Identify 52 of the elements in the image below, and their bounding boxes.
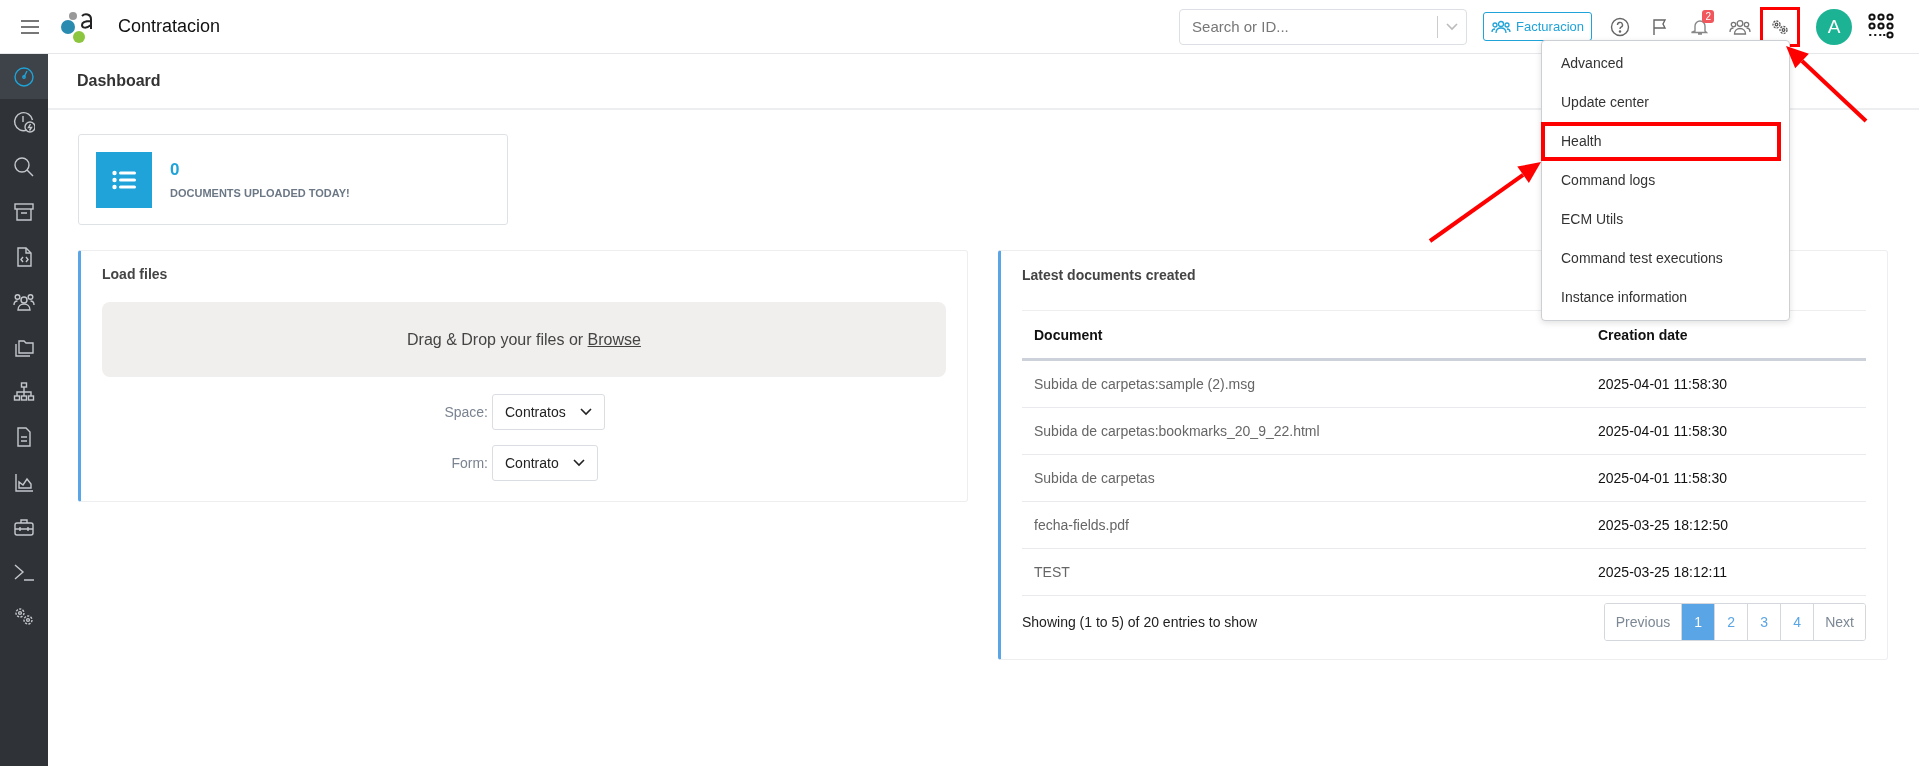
menu-item[interactable]: ECM Utils	[1541, 200, 1789, 239]
table-cell: 2025-03-25 18:12:50	[1586, 501, 1866, 549]
menu-item[interactable]: Health	[1541, 122, 1781, 161]
search-box[interactable]: Search or ID...	[1179, 8, 1468, 45]
people-icon	[1729, 18, 1751, 35]
page-title: Dashboard	[77, 72, 161, 90]
apps-button[interactable]	[1866, 11, 1896, 42]
table-cell: fecha-fields.pdf	[1022, 501, 1586, 549]
search-icon	[13, 155, 35, 178]
drop-zone[interactable]: Drag & Drop your files or Browse	[102, 302, 946, 377]
list-icon	[96, 151, 152, 208]
menu-item[interactable]: Advanced	[1541, 44, 1789, 83]
chevron-down-icon	[1446, 22, 1459, 31]
table-cell: 2025-04-01 11:58:30	[1586, 454, 1866, 502]
table-cell: TEST	[1022, 548, 1586, 596]
stat-label: DOCUMENTS UPLOADED TODAY!	[170, 187, 350, 199]
menu-item[interactable]: Command logs	[1541, 161, 1789, 200]
menu-item[interactable]: Command test executions	[1541, 239, 1789, 278]
gauge-icon	[13, 110, 35, 133]
select-field[interactable]: Contrato	[492, 445, 598, 481]
grid-icon	[1867, 11, 1895, 40]
chevron-down-icon	[579, 408, 592, 416]
people-icon	[1491, 19, 1512, 34]
notification-badge: 2	[1702, 9, 1714, 23]
table-cell: Subida de carpetas:bookmarks_20_9_22.html	[1022, 407, 1586, 455]
table-cell: Subida de carpetas	[1022, 454, 1586, 502]
flag-icon	[1652, 17, 1668, 36]
table-cell: 2025-04-01 11:58:30	[1586, 407, 1866, 455]
select-field[interactable]: Contratos	[492, 394, 605, 430]
next-page-button[interactable]: Next	[1813, 604, 1865, 640]
table-cell: 2025-04-01 11:58:30	[1586, 359, 1866, 408]
panel-title: Load files	[102, 266, 168, 282]
chevron-down-icon	[572, 459, 585, 467]
menu-item[interactable]: Update center	[1541, 83, 1789, 122]
gears-icon	[1771, 18, 1789, 35]
sidebar-item[interactable]	[0, 54, 48, 99]
archive-icon	[13, 200, 35, 223]
drop-zone-text: Drag & Drop your files or Browse	[407, 330, 641, 349]
field-label: Form:	[450, 455, 488, 471]
table-cell: Subida de carpetas:sample (2).msg	[1022, 359, 1586, 408]
field-label: Space:	[443, 404, 488, 420]
help-icon	[1610, 16, 1630, 37]
stat-value: 0	[170, 160, 181, 180]
browse-link[interactable]: Browse	[587, 330, 641, 348]
gears-icon	[13, 605, 35, 628]
table-cell: 2025-03-25 18:12:11	[1586, 548, 1866, 596]
app-title: Contratacion	[118, 16, 221, 37]
hierarchy-icon	[13, 380, 35, 403]
panel-title: Latest documents created	[1022, 267, 1196, 283]
dashboard-icon	[13, 65, 35, 88]
entries-summary: Showing (1 to 5) of 20 entries to show	[1022, 614, 1258, 630]
menu-icon[interactable]	[20, 18, 40, 35]
